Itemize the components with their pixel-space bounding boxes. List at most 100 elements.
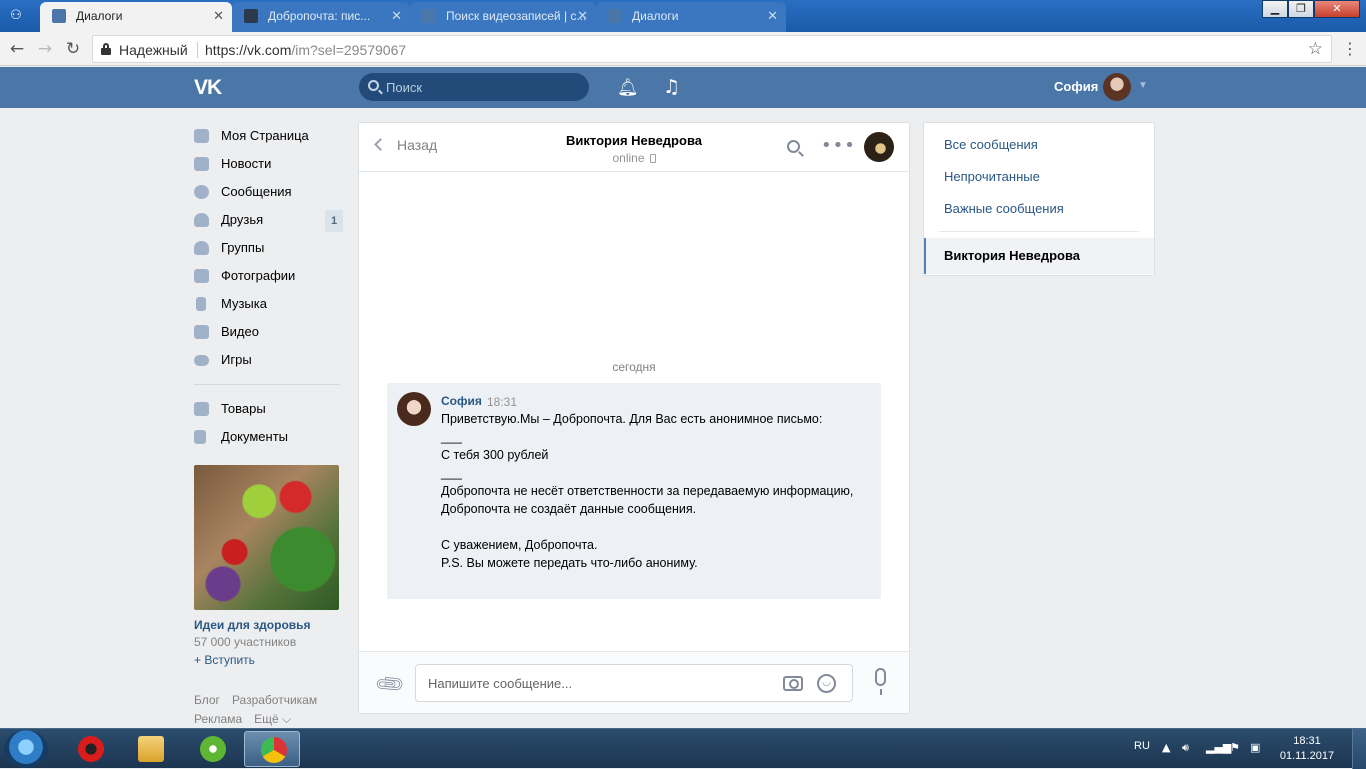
back-arrow-icon[interactable]: ← [6,38,28,60]
show-desktop-button[interactable] [1352,729,1366,769]
message-time[interactable]: 18:31 [487,395,517,409]
avatar[interactable] [397,392,431,426]
friends-icon [194,213,209,227]
friends-badge[interactable]: 1 [325,210,343,232]
menu-item-video[interactable]: Видео [194,318,344,346]
compose-bar: 📎︎ ◡ [359,651,909,713]
footer-link-ads[interactable]: Реклама [194,712,242,726]
utorrent-icon [200,736,226,762]
camera-icon[interactable] [783,676,803,691]
avatar[interactable] [1103,73,1131,101]
menu-item-music[interactable]: Музыка [194,290,344,318]
header-search[interactable] [359,73,589,101]
browser-tab-bar: ⚇ Диалоги ✕ Добропочта: пис... ✕ Поиск в… [0,0,1366,32]
selected-dialog[interactable]: Виктория Неведрова [924,238,1154,274]
minimize-button[interactable]: ▁ [1262,0,1288,18]
emoji-icon[interactable]: ◡ [817,674,836,693]
photo-icon [194,269,209,283]
footer-links: Блог Разработчикам Реклама Ещё ⌵ [194,691,344,729]
signal-icon[interactable]: ▂▄▆ [1206,741,1231,755]
dialog-filters: Все сообщения Непрочитанные Важные сообщ… [923,122,1155,276]
close-tab-icon[interactable]: ✕ [577,8,588,24]
browser-menu-icon[interactable]: ⋮ [1342,38,1358,60]
chevron-down-icon[interactable]: ▼ [1138,80,1148,91]
url-field[interactable]: Надежный https://vk.com/im?sel=29579067 … [92,35,1332,63]
menu-item-photos[interactable]: Фотографии [194,262,344,290]
microphone-icon[interactable] [875,668,886,695]
chat-panel: Назад Виктория Неведрова online ••• сего… [358,122,910,714]
menu-divider [194,384,340,385]
vk-favicon-icon [52,9,66,23]
language-indicator[interactable]: RU [1134,740,1150,752]
reload-icon[interactable]: ↻ [62,38,84,60]
promo-image[interactable] [194,465,339,610]
forward-arrow-icon[interactable]: → [34,38,56,60]
filter-all[interactable]: Все сообщения [944,137,1038,152]
peer-avatar[interactable] [864,132,894,162]
menu-item-news[interactable]: Новости [194,150,344,178]
favicon-icon [244,9,258,23]
taskbar-utorrent[interactable] [184,731,240,767]
menu-item-market[interactable]: Товары [194,395,344,423]
vk-favicon-icon [608,9,622,23]
close-window-button[interactable]: ✕ [1314,0,1360,18]
tray-up-icon[interactable]: ▲ [1162,741,1174,755]
network-icon[interactable]: ▣ [1250,741,1262,755]
menu-item-groups[interactable]: Группы [194,234,344,262]
footer-link-dev[interactable]: Разработчикам [232,693,317,707]
header-user-name[interactable]: София [1054,79,1098,94]
menu-item-my-page[interactable]: Моя Страница [194,122,344,150]
menu-item-messages[interactable]: Сообщения [194,178,344,206]
footer-link-blog[interactable]: Блог [194,693,220,707]
bell-icon[interactable]: 🔔︎ [617,78,639,98]
close-tab-icon[interactable]: ✕ [767,8,778,24]
search-icon[interactable] [787,140,800,153]
app-icon [78,736,104,762]
close-tab-icon[interactable]: ✕ [391,8,402,24]
search-input[interactable] [386,77,576,97]
folder-icon [138,736,164,762]
menu-item-friends[interactable]: Друзья 1 [194,206,344,234]
address-bar: ← → ↻ Надежный https://vk.com/im?sel=295… [0,32,1366,66]
music-icon[interactable]: ♫ [663,76,683,98]
system-tray: RU ▲ 🔊︎ ▂▄▆ ⚑ ▣ 18:31 01.11.2017 [1126,729,1366,769]
lock-icon [101,43,111,55]
filter-divider [939,231,1139,232]
music-icon [196,297,206,311]
volume-icon[interactable]: 🔊︎ [1182,741,1194,755]
chat-header: Назад Виктория Неведрова online ••• [359,123,909,172]
tab-dialogs-active[interactable]: Диалоги ✕ [40,2,232,32]
close-tab-icon[interactable]: ✕ [213,8,224,24]
clock[interactable]: 18:31 01.11.2017 [1272,734,1342,764]
footer-link-more[interactable]: Ещё ⌵ [254,712,291,726]
more-icon[interactable]: ••• [821,135,856,156]
tab-video-search[interactable]: Поиск видеозаписей | с... ✕ [410,2,596,32]
message-author[interactable]: София [441,394,482,408]
taskbar-chrome[interactable] [244,731,300,767]
taskbar-explorer[interactable] [122,731,178,767]
menu-item-games[interactable]: Игры [194,346,344,374]
restore-button[interactable]: ❐ [1288,0,1314,18]
vk-logo[interactable]: VK [194,76,222,100]
menu-item-documents[interactable]: Документы [194,423,344,451]
incognito-icon: ⚇ [10,8,22,23]
search-icon [368,80,379,91]
filter-unread[interactable]: Непрочитанные [944,169,1040,184]
message-text: Приветствую.Мы – Добропочта. Для Вас ест… [441,412,854,570]
promo-title[interactable]: Идеи для здоровья [194,618,344,632]
message-input-box[interactable]: ◡ [415,664,853,702]
messages-icon [194,185,209,199]
flag-icon[interactable]: ⚑ [1230,741,1242,755]
tab-dobropochta[interactable]: Добропочта: пис... ✕ [232,2,410,32]
filter-important[interactable]: Важные сообщения [944,201,1064,216]
attach-icon[interactable]: 📎︎ [372,667,407,702]
tab-dialogs-2[interactable]: Диалоги ✕ [596,2,786,32]
secure-label: Надежный [119,42,188,58]
taskbar-app-1[interactable] [62,731,118,767]
chrome-icon [261,737,287,763]
start-button[interactable] [4,730,48,768]
promo-join-link[interactable]: + Вступить [194,653,344,667]
message-input[interactable] [428,674,768,692]
message-item[interactable]: София 18:31 Приветствую.Мы – Добропочта.… [387,383,881,599]
bookmark-star-icon[interactable]: ☆ [1308,39,1323,59]
